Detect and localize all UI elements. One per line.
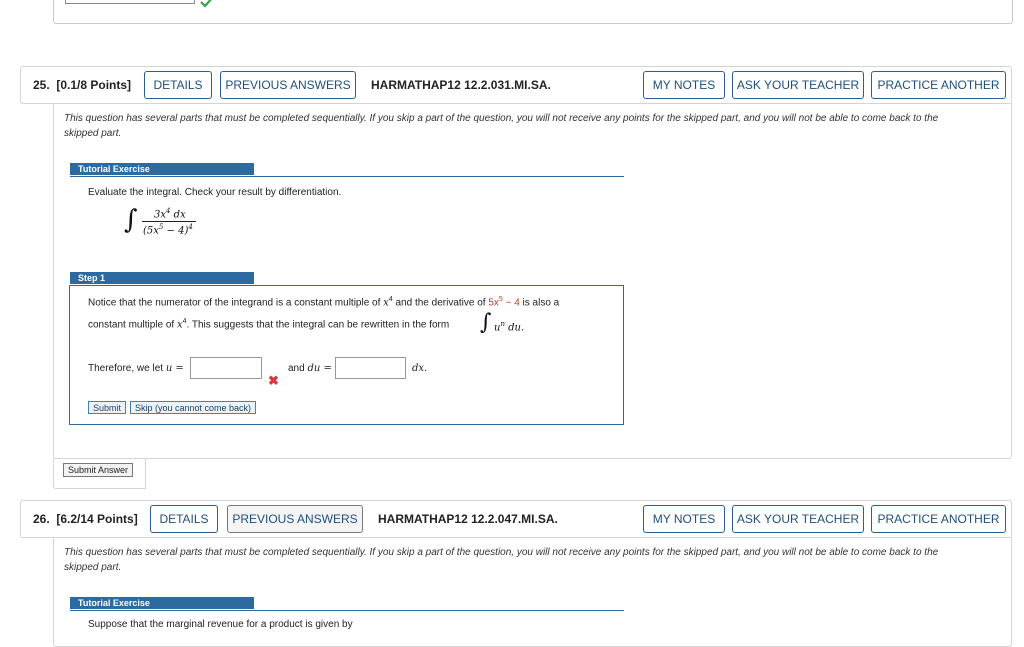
previous-answers-button[interactable]: PREVIOUS ANSWERS xyxy=(220,71,356,99)
fraction-bar xyxy=(142,221,196,222)
ask-your-teacher-button[interactable]: ASK YOUR TEACHER xyxy=(732,505,864,533)
step-label: Step 1 xyxy=(70,272,254,284)
submit-answer-button[interactable]: Submit Answer xyxy=(63,463,134,477)
previous-answer-input[interactable] xyxy=(65,0,195,4)
du-answer-input[interactable] xyxy=(335,357,406,379)
question-number: 25. [0.1/8 Points] xyxy=(33,78,132,92)
my-notes-button[interactable]: MY NOTES xyxy=(643,71,725,99)
question-26-header: 26. [6.2/14 Points] DETAILS PREVIOUS ANS… xyxy=(20,500,1012,538)
sequential-notice: This question has several parts that mus… xyxy=(64,113,939,139)
integrand-denominator: (5x5 − 4)4 xyxy=(143,223,193,237)
submit-button[interactable]: Submit xyxy=(88,401,127,414)
step-text-line-1: Notice that the numerator of the integra… xyxy=(88,296,560,309)
ask-your-teacher-button[interactable]: ASK YOUR TEACHER xyxy=(732,71,864,99)
instruction-text: Evaluate the integral. Check your result… xyxy=(88,187,342,198)
details-button[interactable]: DETAILS xyxy=(144,71,212,99)
step-text-line-2: constant multiple of x4. This suggests t… xyxy=(88,318,450,331)
practice-another-button[interactable]: PRACTICE ANOTHER xyxy=(871,71,1006,99)
x-mark-icon: ✖ xyxy=(268,373,279,388)
integrand-numerator: 3x4 dx xyxy=(154,207,186,221)
dx-label: dx. xyxy=(412,363,428,374)
check-icon xyxy=(200,0,212,8)
question-reference: HARMATHAP12 12.2.047.MI.SA. xyxy=(378,512,558,526)
points-label: [6.2/14 Points] xyxy=(56,512,138,526)
instruction-text: Suppose that the marginal revenue for a … xyxy=(88,619,353,630)
skip-button[interactable]: Skip (you cannot come back) xyxy=(130,401,257,414)
integral-sign: ∫ xyxy=(124,205,138,235)
tutorial-exercise-label: Tutorial Exercise xyxy=(70,163,254,175)
du-label: and du = xyxy=(288,363,332,374)
question-number: 26. [6.2/14 Points] xyxy=(33,512,138,526)
u-answer-input[interactable] xyxy=(190,357,262,379)
points-label: [0.1/8 Points] xyxy=(56,78,132,92)
sequential-notice: This question has several parts that mus… xyxy=(64,547,939,573)
integral-expression: ∫ 3x4 dx (5x5 − 4)4 xyxy=(124,205,214,239)
u-substitution-form: ∫ un du. xyxy=(480,310,525,335)
therefore-label: Therefore, we let u = xyxy=(88,363,184,374)
my-notes-button[interactable]: MY NOTES xyxy=(643,505,725,533)
question-25-header: 25. [0.1/8 Points] DETAILS PREVIOUS ANSW… xyxy=(20,66,1012,104)
tutorial-exercise-label: Tutorial Exercise xyxy=(70,597,254,609)
previous-answers-button[interactable]: PREVIOUS ANSWERS xyxy=(227,505,363,533)
question-reference: HARMATHAP12 12.2.031.MI.SA. xyxy=(371,78,551,92)
section-divider xyxy=(70,176,624,177)
previous-question-panel xyxy=(53,0,1013,24)
integral-sign: ∫ xyxy=(480,310,492,335)
practice-another-button[interactable]: PRACTICE ANOTHER xyxy=(871,505,1006,533)
details-button[interactable]: DETAILS xyxy=(150,505,218,533)
section-divider xyxy=(70,610,624,611)
